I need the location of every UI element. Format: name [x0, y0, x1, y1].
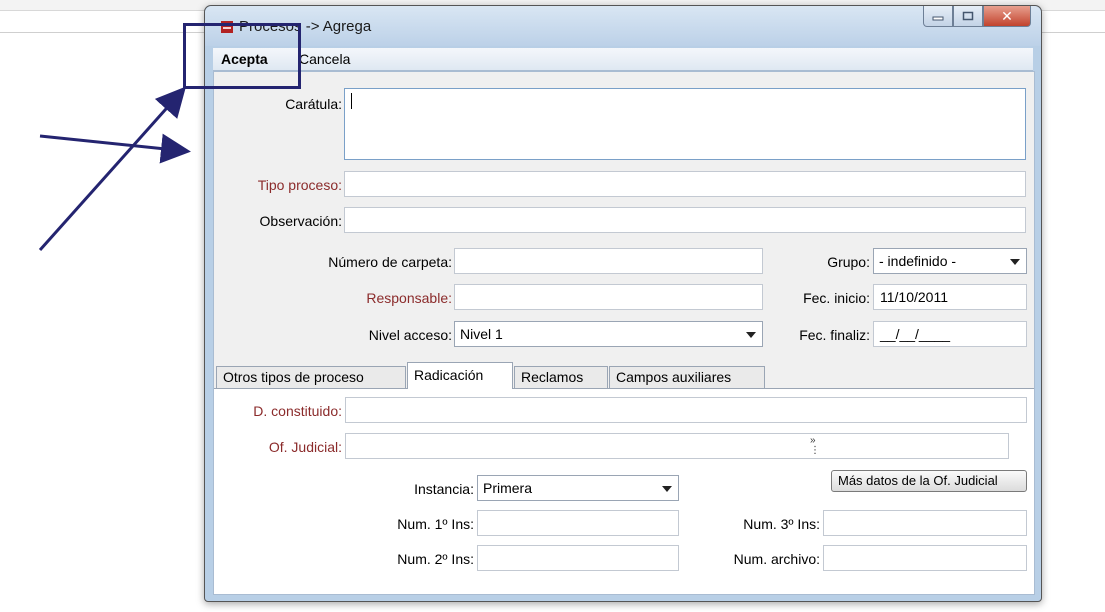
annotation-arrows — [38, 86, 191, 251]
annotation-arrow-up — [38, 86, 186, 251]
annotation-arrow-right — [39, 133, 191, 164]
